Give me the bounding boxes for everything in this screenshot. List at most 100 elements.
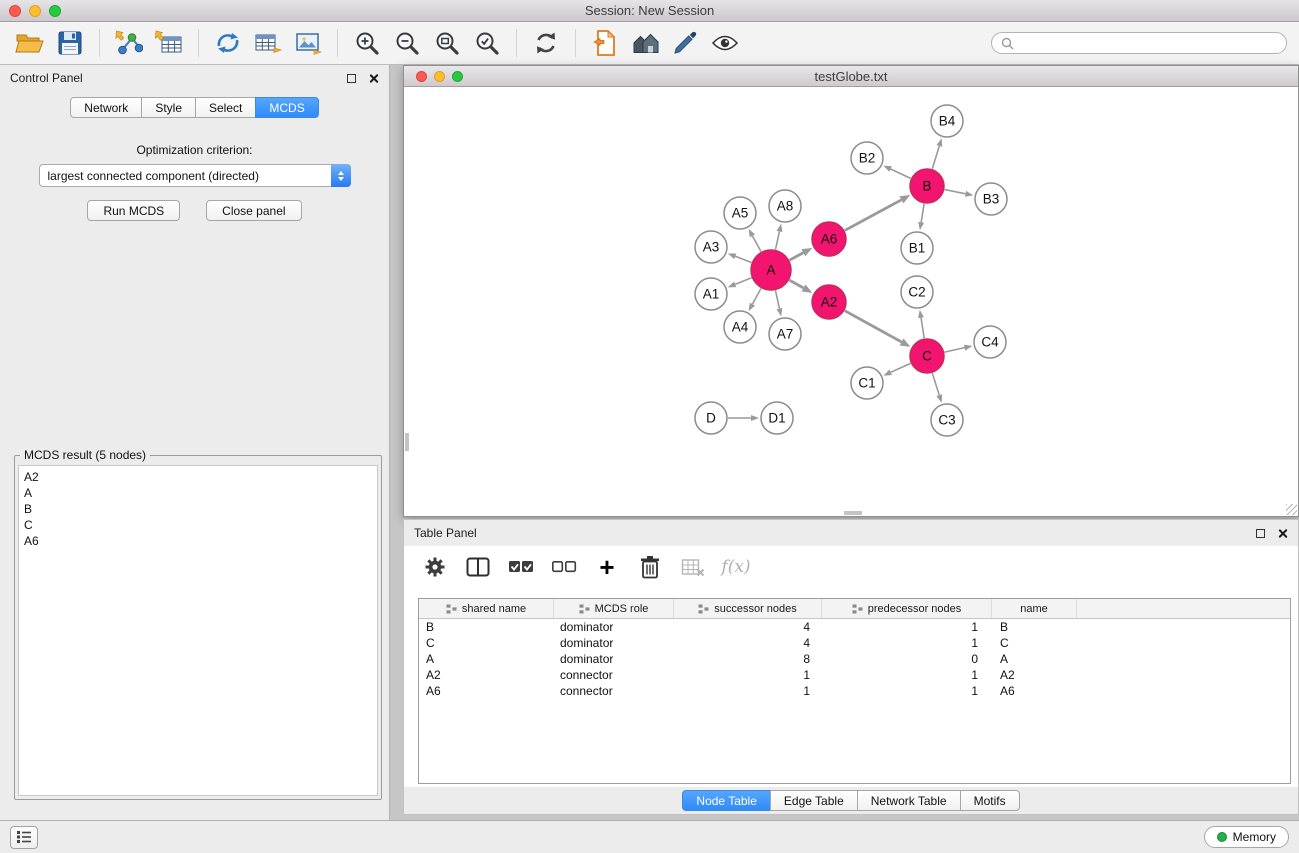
- style-brush-button[interactable]: [665, 26, 705, 60]
- close-light-icon[interactable]: [9, 5, 21, 17]
- mcds-result-item[interactable]: C: [19, 517, 377, 533]
- graph-node-A7[interactable]: A7: [769, 318, 801, 350]
- network-graph[interactable]: B4 B2 B B3 A5 A8 A6 A3 B1 A A1 C2 A2 A4 A7 C4 C C1 C3 D D1: [404, 87, 1298, 516]
- mcds-result-item[interactable]: A2: [19, 469, 377, 485]
- graph-node-B1[interactable]: B1: [901, 232, 933, 264]
- graph-node-A1[interactable]: A1: [695, 278, 727, 310]
- zoom-selected-button[interactable]: [467, 26, 507, 60]
- graph-node-C1[interactable]: C1: [851, 367, 883, 399]
- column-header-name[interactable]: name: [992, 599, 1077, 618]
- graph-node-C3[interactable]: C3: [931, 404, 963, 436]
- graph-edge-C-C4[interactable]: [945, 345, 973, 352]
- graph-node-C[interactable]: C: [910, 339, 944, 373]
- mcds-result-item[interactable]: A: [19, 485, 377, 501]
- graph-node-D[interactable]: D: [695, 402, 727, 434]
- graph-edge-C-C2[interactable]: [918, 310, 924, 338]
- graph-edge-C-C3[interactable]: [932, 373, 942, 403]
- import-table-button[interactable]: [149, 26, 189, 60]
- export-image-button[interactable]: [288, 26, 328, 60]
- graph-edge-B-B4[interactable]: [932, 138, 942, 169]
- graph-edge-D-D1[interactable]: [728, 415, 759, 421]
- minimize-light-icon[interactable]: [434, 71, 445, 82]
- graph-edge-A2-C[interactable]: [845, 311, 911, 347]
- close-light-icon[interactable]: [416, 71, 427, 82]
- splitter-handle[interactable]: [844, 511, 862, 515]
- graph-edge-C-C1[interactable]: [883, 363, 910, 375]
- float-panel-icon[interactable]: [1256, 529, 1265, 538]
- tab-network[interactable]: Network: [70, 97, 142, 118]
- search-input[interactable]: [1020, 36, 1277, 50]
- graph-edge-A-A5[interactable]: [749, 229, 761, 252]
- graph-node-B2[interactable]: B2: [851, 142, 883, 174]
- tab-network-table[interactable]: Network Table: [857, 790, 961, 811]
- graph-edge-A-A7[interactable]: [775, 291, 782, 317]
- table-row[interactable]: A2connector11A2: [419, 667, 1290, 683]
- graph-node-A6[interactable]: A6: [812, 222, 846, 256]
- save-session-button[interactable]: [50, 26, 90, 60]
- graph-node-A3[interactable]: A3: [695, 231, 727, 263]
- zoom-out-button[interactable]: [387, 26, 427, 60]
- zoom-fit-button[interactable]: [427, 26, 467, 60]
- graph-edge-A-A2[interactable]: [789, 280, 812, 293]
- table-row[interactable]: Adominator80A: [419, 651, 1290, 667]
- graph-edge-A-A1[interactable]: [728, 278, 752, 288]
- graph-node-C4[interactable]: C4: [974, 326, 1006, 358]
- memory-button[interactable]: Memory: [1204, 826, 1289, 848]
- graph-node-C2[interactable]: C2: [901, 276, 933, 308]
- show-columns-button[interactable]: [465, 554, 491, 580]
- graph-edge-B-B2[interactable]: [883, 166, 910, 179]
- tab-mcds[interactable]: MCDS: [255, 97, 318, 118]
- column-header-mcds-role[interactable]: MCDS role: [554, 599, 674, 618]
- close-panel-icon[interactable]: [1277, 528, 1288, 539]
- tab-node-table[interactable]: Node Table: [682, 790, 771, 811]
- add-row-button[interactable]: +: [594, 554, 620, 580]
- splitter-handle[interactable]: [405, 433, 409, 451]
- tab-motifs[interactable]: Motifs: [960, 790, 1020, 811]
- open-session-button[interactable]: [10, 26, 50, 60]
- new-network-button[interactable]: [208, 26, 248, 60]
- unselect-all-button[interactable]: [551, 554, 577, 580]
- dropdown-stepper-icon[interactable]: [331, 164, 351, 187]
- delete-button[interactable]: [637, 554, 663, 580]
- close-panel-icon[interactable]: [368, 73, 379, 84]
- graph-node-A[interactable]: A: [751, 250, 791, 290]
- graph-node-B[interactable]: B: [910, 169, 944, 203]
- network-canvas[interactable]: B4 B2 B B3 A5 A8 A6 A3 B1 A A1 C2 A2 A4 A7 C4 C C1 C3 D D1: [404, 87, 1298, 516]
- mcds-result-item[interactable]: B: [19, 501, 377, 517]
- mcds-result-list[interactable]: A2ABCA6: [18, 465, 378, 796]
- graph-node-A8[interactable]: A8: [769, 190, 801, 222]
- graph-node-A4[interactable]: A4: [724, 311, 756, 343]
- tab-edge-table[interactable]: Edge Table: [770, 790, 858, 811]
- float-panel-icon[interactable]: [347, 74, 356, 83]
- graph-edge-A-A3[interactable]: [728, 253, 752, 262]
- graph-node-B3[interactable]: B3: [975, 183, 1007, 215]
- criterion-dropdown[interactable]: largest connected component (directed): [39, 164, 351, 187]
- task-history-button[interactable]: [10, 826, 38, 849]
- zoom-light-icon[interactable]: [49, 5, 61, 17]
- zoom-in-button[interactable]: [347, 26, 387, 60]
- column-header-successor-nodes[interactable]: successor nodes: [674, 599, 822, 618]
- graph-node-A5[interactable]: A5: [724, 197, 756, 229]
- resize-grip-icon[interactable]: [1286, 504, 1297, 515]
- tab-select[interactable]: Select: [195, 97, 256, 118]
- select-all-button[interactable]: [508, 554, 534, 580]
- graph-node-D1[interactable]: D1: [761, 402, 793, 434]
- run-mcds-button[interactable]: Run MCDS: [87, 200, 180, 221]
- table-row[interactable]: Cdominator41C: [419, 635, 1290, 651]
- graph-edge-A-A8[interactable]: [775, 224, 782, 250]
- minimize-light-icon[interactable]: [29, 5, 41, 17]
- column-header-predecessor-nodes[interactable]: predecessor nodes: [822, 599, 992, 618]
- table-settings-button[interactable]: [422, 554, 448, 580]
- graph-edge-B-B1[interactable]: [918, 204, 924, 230]
- column-header-shared-name[interactable]: shared name: [419, 599, 554, 618]
- close-panel-button[interactable]: Close panel: [206, 200, 301, 221]
- graph-node-B4[interactable]: B4: [931, 105, 963, 137]
- graph-node-A2[interactable]: A2: [812, 285, 846, 319]
- graph-edge-A-A4[interactable]: [749, 288, 761, 311]
- table-row[interactable]: A6connector11A6: [419, 683, 1290, 699]
- import-network-button[interactable]: [109, 26, 149, 60]
- export-table-button[interactable]: [248, 26, 288, 60]
- graph-edge-B-B3[interactable]: [945, 190, 974, 197]
- network-window-titlebar[interactable]: testGlobe.txt: [404, 66, 1298, 87]
- table-row[interactable]: Bdominator41B: [419, 619, 1290, 635]
